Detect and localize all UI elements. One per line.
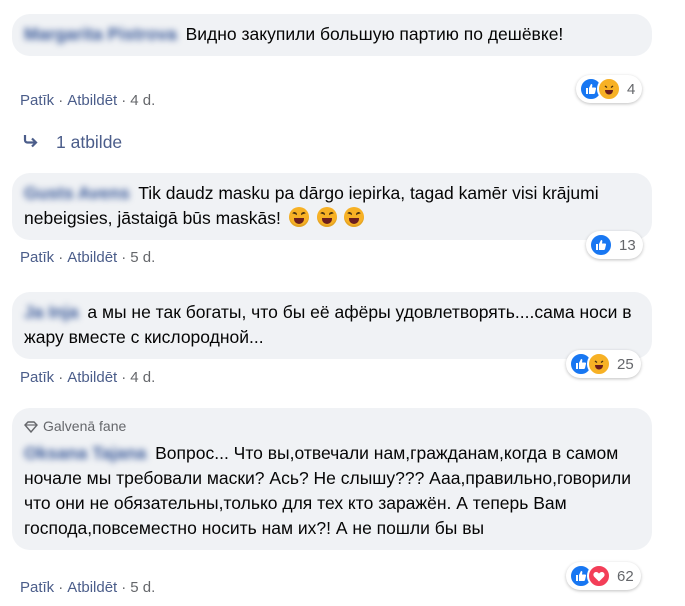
reaction-count: 62 [617,567,634,585]
comment-actions: Patīk · Atbildēt · 4 d. [20,92,156,109]
comment-thread: Margarita Pistrova Видно закупили большу… [0,0,685,606]
reactions-summary[interactable]: 25 [566,350,641,378]
comment-author[interactable]: Gusts Avens [24,183,130,203]
comment-actions: Patīk · Atbildēt · 5 d. [20,579,156,596]
comment-author[interactable]: Ja Inja [24,302,78,322]
comment-bubble: Gusts Avens Tik daudz masku pa dārgo iep… [12,173,652,240]
reactions-summary[interactable]: 4 [576,75,643,103]
comment-time[interactable]: 4 d. [130,92,155,109]
comment-text: а мы не так богаты, что бы её афёры удов… [24,302,632,347]
comment-4: Galvenā fane Oksana Tajana Вопрос... Что… [12,408,652,550]
squinting-tongue-emoji-icon [316,207,337,227]
comment-1: Margarita Pistrova Видно закупили большу… [12,14,652,56]
comment-bubble: Galvenā fane Oksana Tajana Вопрос... Что… [12,408,652,550]
reply-link[interactable]: Atbildēt [67,92,117,109]
like-link[interactable]: Patīk [20,369,54,386]
comment-bubble: Ja Inja а мы не так богаты, что бы её аф… [12,292,652,359]
comment-time[interactable]: 4 d. [130,369,155,386]
comment-bubble: Margarita Pistrova Видно закупили большу… [12,14,652,56]
reply-link[interactable]: Atbildēt [67,249,117,266]
comment-3: Ja Inja а мы не так богаты, что бы её аф… [12,292,652,359]
reaction-count: 4 [627,80,636,98]
diamond-icon [24,420,38,433]
comment-text: Видно закупили большую партию по дешёвке… [185,24,564,44]
comment-time[interactable]: 5 d. [130,579,155,596]
replies-count-label[interactable]: 1 atbilde [56,132,122,153]
squinting-tongue-emoji-icon [344,207,365,227]
top-fan-badge[interactable]: Galvenā fane [24,414,640,439]
comment-2: Gusts Avens Tik daudz masku pa dārgo iep… [12,173,652,240]
comment-actions: Patīk · Atbildēt · 4 d. [20,369,156,386]
like-reaction-icon [589,233,613,257]
love-reaction-icon [587,564,611,588]
like-link[interactable]: Patīk [20,249,54,266]
badge-label: Galvenā fane [43,418,127,434]
reaction-count: 25 [617,355,634,373]
comment-author[interactable]: Margarita Pistrova [24,24,177,44]
reactions-summary[interactable]: 62 [566,562,641,590]
reaction-count: 13 [619,236,636,254]
squinting-tongue-emoji-icon [288,207,309,227]
reply-link[interactable]: Atbildēt [67,369,117,386]
reply-link[interactable]: Atbildēt [67,579,117,596]
comment-time[interactable]: 5 d. [130,249,155,266]
haha-reaction-icon [597,77,621,101]
like-link[interactable]: Patīk [20,579,54,596]
reply-arrow-icon [22,132,56,153]
comment-author[interactable]: Oksana Tajana [24,443,146,463]
view-replies-link[interactable]: 1 atbilde [22,132,122,153]
reactions-summary[interactable]: 13 [586,231,643,259]
haha-reaction-icon [587,352,611,376]
like-link[interactable]: Patīk [20,92,54,109]
comment-actions: Patīk · Atbildēt · 5 d. [20,249,156,266]
